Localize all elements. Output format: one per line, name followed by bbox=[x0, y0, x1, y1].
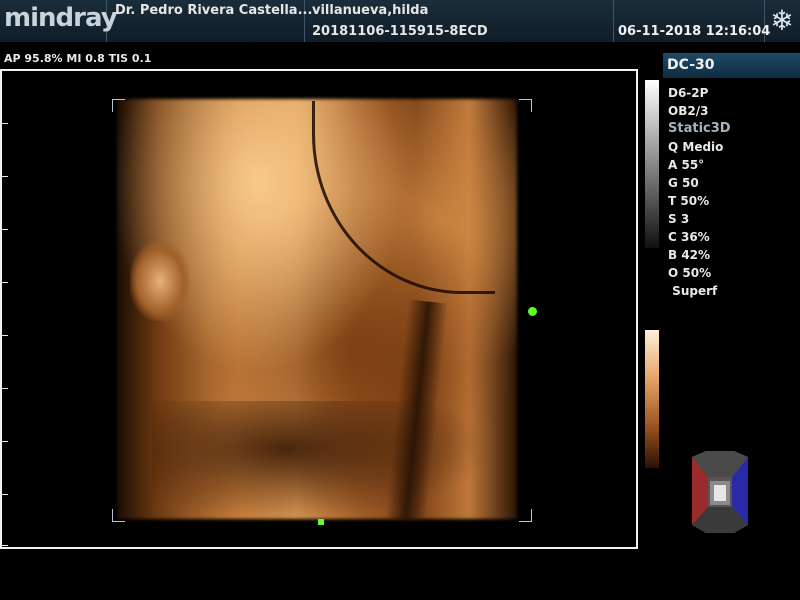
focus-marker-dot[interactable] bbox=[528, 307, 537, 316]
patient-cell: villanueva,hilda 20181106-115915-8ECD bbox=[305, 0, 614, 42]
param-quality: Q Medio bbox=[668, 140, 724, 154]
param-render-mode: Superf bbox=[668, 284, 718, 298]
depth-tick bbox=[2, 176, 8, 177]
datetime-cell: 06-11-2018 12:16:04 bbox=[614, 0, 770, 42]
depth-tick bbox=[2, 335, 8, 336]
date-time: 06-11-2018 12:16:04 bbox=[618, 24, 771, 39]
probe-mode-label: DC-30 bbox=[663, 53, 800, 78]
ultrasound-image-viewport[interactable] bbox=[0, 69, 638, 549]
depth-tick bbox=[2, 123, 8, 124]
param-brightness: B 42% bbox=[668, 248, 711, 262]
render-shadow-lower bbox=[152, 401, 492, 521]
roi-corner-bottom-right bbox=[519, 509, 532, 522]
param-preset: OB2/3 bbox=[668, 104, 709, 118]
param-mode: Static3D bbox=[668, 121, 731, 136]
acoustic-output-readout: AP 95.8% MI 0.8 TIS 0.1 bbox=[4, 52, 152, 65]
param-probe: D6-2P bbox=[668, 86, 709, 100]
mindray-logo: mindray bbox=[4, 3, 118, 33]
position-marker-square[interactable] bbox=[318, 519, 324, 525]
depth-tick bbox=[2, 494, 8, 495]
param-gain: G 50 bbox=[668, 176, 699, 190]
roi-corner-top-left bbox=[112, 99, 125, 112]
param-smooth: S 3 bbox=[668, 212, 690, 226]
render-structure-left bbox=[130, 241, 190, 321]
depth-tick bbox=[2, 282, 8, 283]
depth-tick bbox=[2, 229, 8, 230]
tint-map-bar bbox=[645, 330, 659, 468]
roi-corner-bottom-left bbox=[112, 509, 125, 522]
doctor-name: Dr. Pedro Rivera Castella... bbox=[115, 3, 313, 18]
param-threshold: T 50% bbox=[668, 194, 710, 208]
orientation-cube-icon[interactable] bbox=[688, 447, 752, 533]
patient-name: villanueva,hilda bbox=[312, 3, 429, 18]
param-contrast: C 36% bbox=[668, 230, 710, 244]
param-angle: A 55° bbox=[668, 158, 705, 172]
roi-corner-top-right bbox=[519, 99, 532, 112]
grayscale-map-bar bbox=[645, 80, 659, 248]
depth-tick bbox=[2, 388, 8, 389]
param-opacity: O 50% bbox=[668, 266, 712, 280]
top-header-bar: mindray Dr. Pedro Rivera Castella... vil… bbox=[0, 0, 800, 42]
exam-id: 20181106-115915-8ECD bbox=[312, 24, 488, 39]
snowflake-icon[interactable]: ❄ bbox=[766, 4, 798, 38]
depth-tick bbox=[2, 545, 8, 546]
depth-tick bbox=[2, 441, 8, 442]
imaging-parameters-list: D6-2P OB2/3 Static3D Q Medio A 55° G 50 … bbox=[668, 84, 731, 300]
doctor-cell: Dr. Pedro Rivera Castella... bbox=[107, 0, 312, 42]
logo-cell: mindray bbox=[0, 0, 118, 42]
